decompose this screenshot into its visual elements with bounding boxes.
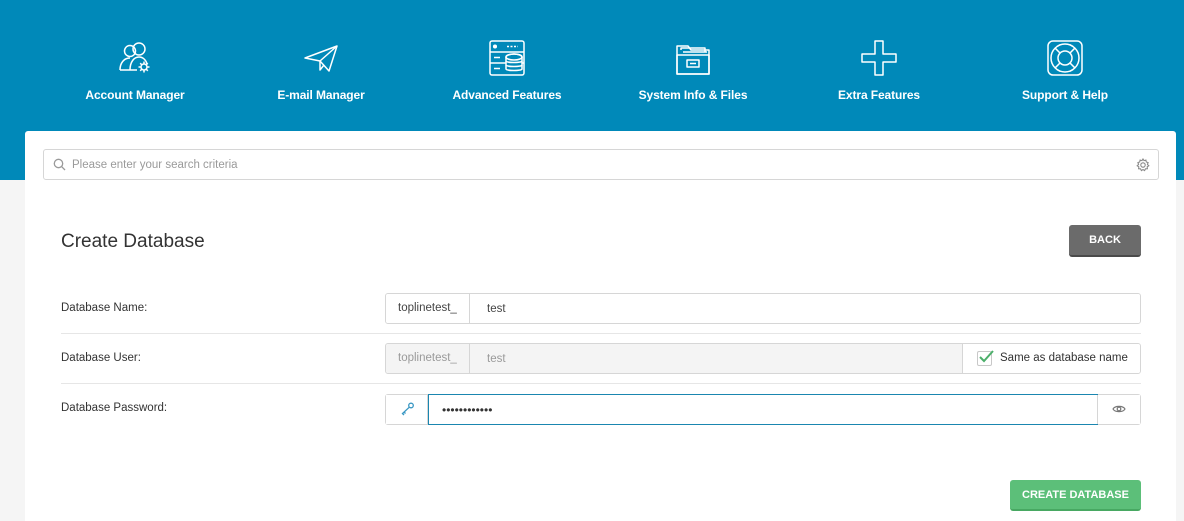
database-name-label: Database Name: xyxy=(61,302,148,314)
nav-email-manager[interactable]: E-mail Manager xyxy=(228,38,414,102)
nav-label: Extra Features xyxy=(838,88,920,102)
nav-advanced-features[interactable]: Advanced Features xyxy=(414,38,600,102)
database-user-input[interactable] xyxy=(473,344,962,373)
search-input[interactable] xyxy=(72,151,1122,178)
database-name-input[interactable] xyxy=(473,294,1140,323)
gear-icon[interactable] xyxy=(1136,158,1150,172)
lifebuoy-icon xyxy=(1047,40,1083,76)
checkmark-icon xyxy=(979,350,994,363)
database-user-group: toplinetest_ Same as database name xyxy=(385,343,1141,374)
row-divider xyxy=(61,333,1141,334)
search-bar xyxy=(43,149,1159,180)
nav-label: System Info & Files xyxy=(638,88,748,102)
database-user-prefix: toplinetest_ xyxy=(386,344,470,373)
database-password-label: Database Password: xyxy=(61,402,168,414)
row-divider xyxy=(61,383,1141,384)
content-panel: Create Database BACK Database Name: topl… xyxy=(25,131,1176,521)
generate-password-button[interactable] xyxy=(386,395,428,424)
database-name-group: toplinetest_ xyxy=(385,293,1141,324)
page-title: Create Database xyxy=(61,231,205,252)
search-icon xyxy=(53,158,66,171)
key-icon xyxy=(401,402,414,416)
database-user-label: Database User: xyxy=(61,352,141,364)
plus-icon xyxy=(861,40,897,76)
back-button[interactable]: BACK xyxy=(1069,225,1141,257)
eye-icon xyxy=(1112,405,1126,413)
nav-label: Support & Help xyxy=(1022,88,1108,102)
same-as-label: Same as database name xyxy=(1000,352,1128,364)
account-manager-icon xyxy=(119,42,150,73)
main-nav: Account Manager E-mail Manager Advanced … xyxy=(0,0,1184,120)
database-password-group xyxy=(385,394,1141,425)
nav-label: Account Manager xyxy=(85,88,185,102)
nav-system-info-files[interactable]: System Info & Files xyxy=(600,38,786,102)
nav-account-manager[interactable]: Account Manager xyxy=(42,38,228,102)
same-as-checkbox[interactable] xyxy=(977,350,994,366)
nav-support-help[interactable]: Support & Help xyxy=(972,38,1158,102)
nav-label: Advanced Features xyxy=(452,88,562,102)
paper-plane-icon xyxy=(304,45,338,72)
toggle-password-visibility-button[interactable] xyxy=(1097,395,1140,424)
same-as-database-name-toggle[interactable]: Same as database name xyxy=(962,344,1140,373)
database-server-icon xyxy=(489,40,525,76)
database-name-prefix: toplinetest_ xyxy=(386,294,470,323)
database-password-input[interactable] xyxy=(428,394,1098,425)
nav-label: E-mail Manager xyxy=(277,88,365,102)
nav-extra-features[interactable]: Extra Features xyxy=(786,38,972,102)
folder-icon xyxy=(676,45,710,75)
create-database-button[interactable]: CREATE DATABASE xyxy=(1010,480,1141,511)
